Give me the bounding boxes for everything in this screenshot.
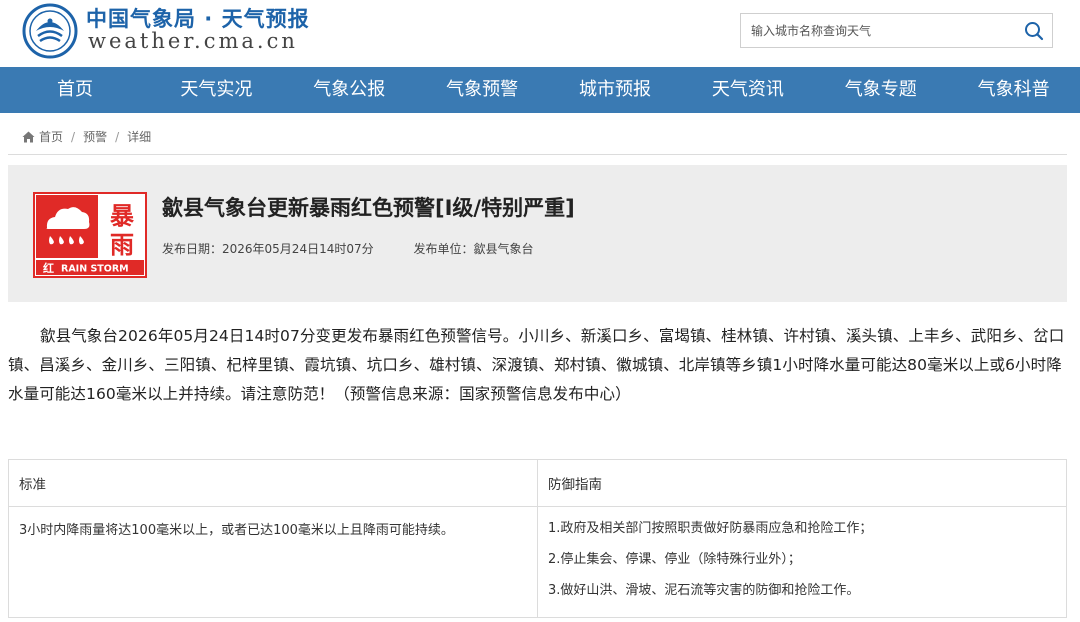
defense-guide-table: 标准 防御指南 3小时内降雨量将达100毫米以上，或者已达100毫米以上且降雨可… <box>8 459 1067 618</box>
nav-item-warning[interactable]: 气象预警 <box>416 67 549 113</box>
alert-header-card: 暴 雨 红 RAIN STORM 歙县气象台更新暴雨红色预警[I级/特别严重] … <box>8 165 1067 302</box>
nav-item-news[interactable]: 天气资讯 <box>681 67 814 113</box>
breadcrumb: 首页 / 预警 / 详细 <box>22 128 151 145</box>
divider <box>8 154 1067 155</box>
site-header: 中国气象局 · 天气预报 weather.cma.cn <box>0 0 1080 67</box>
nav-item-topics[interactable]: 气象专题 <box>814 67 947 113</box>
publisher: 发布单位：歙县气象台 <box>413 242 534 256</box>
warning-icon-level: 红 <box>43 261 54 275</box>
nav-item-home[interactable]: 首页 <box>0 67 150 113</box>
cma-logo-icon[interactable] <box>22 3 78 59</box>
warning-content: 歙县气象台2026年05月24日14时07分变更发布暴雨红色预警信号。小川乡、新… <box>8 327 1065 403</box>
breadcrumb-separator: / <box>71 129 76 144</box>
table-header-guide: 防御指南 <box>537 459 1067 507</box>
guide-cell: 1.政府及相关部门按照职责做好防暴雨应急和抢险工作； 2.停止集会、停课、停业（… <box>537 506 1067 618</box>
warning-icon-char-top: 暴 <box>110 202 135 230</box>
table-header-row: 标准 防御指南 <box>8 459 1067 507</box>
table-row: 3小时内降雨量将达100毫米以上，或者已达100毫米以上且降雨可能持续。 1.政… <box>8 506 1067 618</box>
search-input[interactable] <box>741 14 1011 47</box>
list-item: 3.做好山洪、滑坡、泥石流等灾害的防御和抢险工作。 <box>548 583 860 598</box>
standard-cell: 3小时内降雨量将达100毫米以上，或者已达100毫米以上且降雨可能持续。 <box>8 506 538 618</box>
alert-meta: 发布日期：2026年05月24日14时07分 发布单位：歙县气象台 <box>162 240 569 257</box>
breadcrumb-separator: / <box>115 129 120 144</box>
nav-item-weather-live[interactable]: 天气实况 <box>150 67 283 113</box>
nav-item-city-forecast[interactable]: 城市预报 <box>549 67 682 113</box>
table-header-standard: 标准 <box>8 459 538 507</box>
rainstorm-red-warning-icon: 暴 雨 红 RAIN STORM <box>33 192 147 278</box>
warning-icon-label-en: RAIN STORM <box>61 264 129 275</box>
main-nav: 首页 天气实况 气象公报 气象预警 城市预报 天气资讯 气象专题 气象科普 <box>0 67 1080 113</box>
breadcrumb-home[interactable]: 首页 <box>39 128 63 145</box>
nav-item-bulletin[interactable]: 气象公报 <box>283 67 416 113</box>
guide-list: 1.政府及相关部门按照职责做好防暴雨应急和抢险工作； 2.停止集会、停课、停业（… <box>548 519 1056 605</box>
search-icon[interactable] <box>1022 19 1046 43</box>
breadcrumb-warning[interactable]: 预警 <box>83 128 107 145</box>
breadcrumb-detail: 详细 <box>127 130 152 144</box>
search-box <box>740 13 1053 48</box>
publish-date: 发布日期：2026年05月24日14时07分 <box>162 242 374 256</box>
warning-icon-char-bottom: 雨 <box>110 231 134 259</box>
logo-title-en[interactable]: weather.cma.cn <box>88 29 298 53</box>
page-title: 歙县气象台更新暴雨红色预警[I级/特别严重] <box>162 196 575 220</box>
list-item: 2.停止集会、停课、停业（除特殊行业外）； <box>548 552 801 567</box>
list-item: 1.政府及相关部门按照职责做好防暴雨应急和抢险工作； <box>548 521 873 536</box>
home-icon <box>22 131 35 142</box>
nav-item-science[interactable]: 气象科普 <box>947 67 1080 113</box>
